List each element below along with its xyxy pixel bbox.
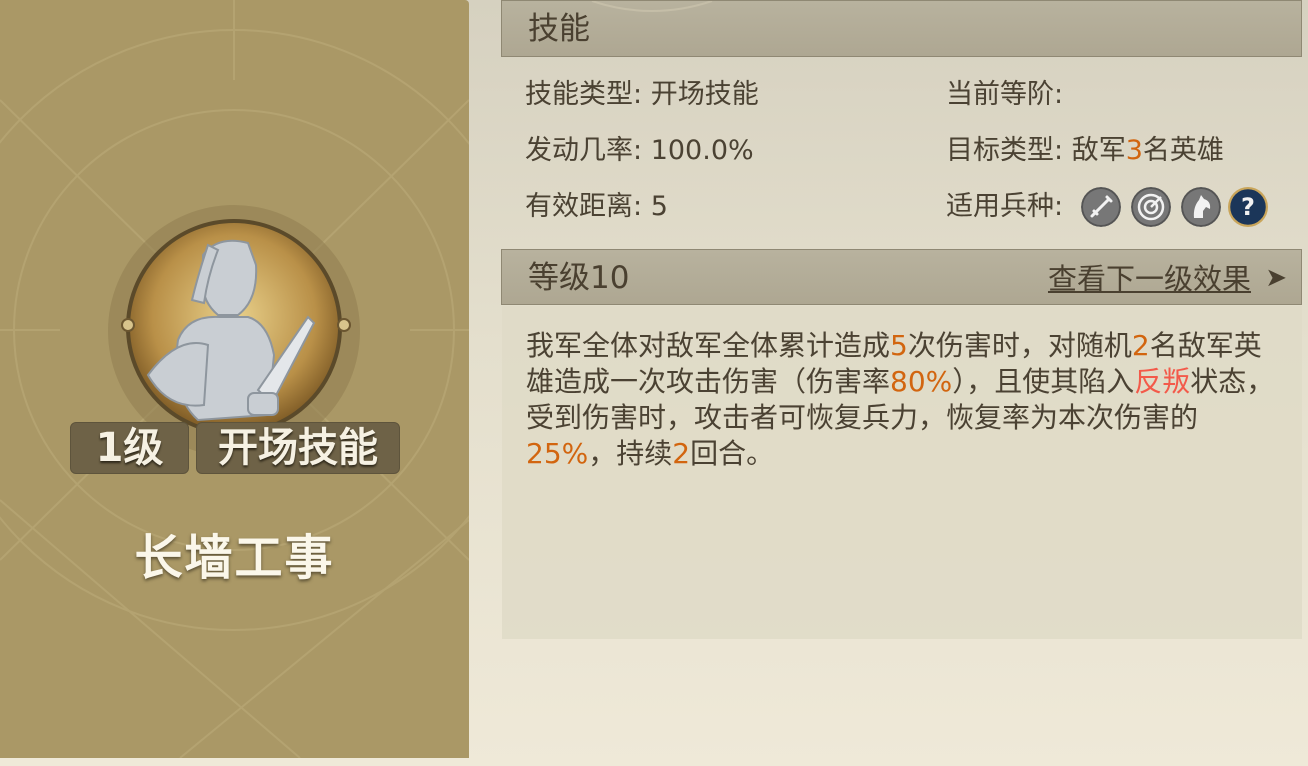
desc-status-rebel: 反叛 xyxy=(1134,365,1191,398)
desc-text: 我军全体对敌军全体累计造成 xyxy=(526,329,891,362)
level-bar: 等级10 查看下一级效果 ➤ xyxy=(501,249,1302,305)
target-type-row: 目标类型: 敌军3名英雄 xyxy=(946,134,1224,168)
skill-level-title: 等级10 xyxy=(528,260,630,296)
skill-type-value: 开场技能 xyxy=(650,79,759,110)
desc-highlight: 2 xyxy=(1131,329,1150,362)
skill-level-badge: 1级 xyxy=(70,422,189,474)
section-title: 技能 xyxy=(528,11,590,47)
effective-range-row: 有效距离: 5 xyxy=(525,190,668,224)
target-type-prefix: 敌军 xyxy=(1071,135,1126,166)
desc-highlight: 25% xyxy=(526,437,589,470)
troop-type-row: 适用兵种: xyxy=(946,190,1063,224)
next-arrow-icon[interactable]: ➤ xyxy=(1265,250,1287,306)
bow-target-icon[interactable] xyxy=(1131,187,1171,227)
activation-rate-label: 发动几率: xyxy=(525,135,643,166)
description-panel: 我军全体对敌军全体累计造成5次伤害时，对随机2名敌军英雄造成一次攻击伤害（伤害率… xyxy=(502,306,1302,639)
cavalry-horse-icon[interactable] xyxy=(1181,187,1221,227)
skill-name: 长墙工事 xyxy=(134,530,335,586)
effective-range-value: 5 xyxy=(650,191,668,222)
activation-rate-value: 100.0% xyxy=(650,135,754,166)
header-arc-decoration xyxy=(591,1,713,12)
skill-type-badge: 开场技能 xyxy=(196,422,400,474)
skill-type-row: 技能类型: 开场技能 xyxy=(525,78,759,112)
view-next-level-link[interactable]: 查看下一级效果 xyxy=(1048,250,1251,308)
target-type-label: 目标类型: xyxy=(946,135,1064,166)
desc-text: 次伤害时，对随机 xyxy=(907,329,1132,362)
svg-text:?: ? xyxy=(1241,193,1255,221)
skill-emblem-soldier-icon xyxy=(108,205,360,457)
desc-text: ），且使其陷入 xyxy=(952,365,1135,398)
question-mark-icon[interactable]: ? xyxy=(1228,187,1268,227)
activation-rate-row: 发动几率: 100.0% xyxy=(525,134,754,168)
desc-text: 回合。 xyxy=(690,437,775,470)
desc-highlight: 2 xyxy=(672,437,691,470)
desc-text: ，持续 xyxy=(588,437,673,470)
sword-icon[interactable] xyxy=(1081,187,1121,227)
target-count: 3 xyxy=(1125,135,1143,166)
current-tier-label: 当前等阶: xyxy=(946,79,1064,110)
current-tier-row: 当前等阶: xyxy=(946,78,1063,112)
skill-description: 我军全体对敌军全体累计造成5次伤害时，对随机2名敌军英雄造成一次攻击伤害（伤害率… xyxy=(526,328,1276,472)
effective-range-label: 有效距离: xyxy=(525,191,643,222)
skill-header-bar: 技能 xyxy=(501,0,1302,57)
skill-type-label: 技能类型: xyxy=(525,79,643,110)
desc-highlight: 5 xyxy=(890,329,908,362)
skill-card: 1级 开场技能 长墙工事 xyxy=(0,0,469,758)
target-type-suffix: 名英雄 xyxy=(1142,135,1224,166)
desc-highlight: 80% xyxy=(890,365,953,398)
troop-type-label: 适用兵种: xyxy=(946,191,1064,222)
